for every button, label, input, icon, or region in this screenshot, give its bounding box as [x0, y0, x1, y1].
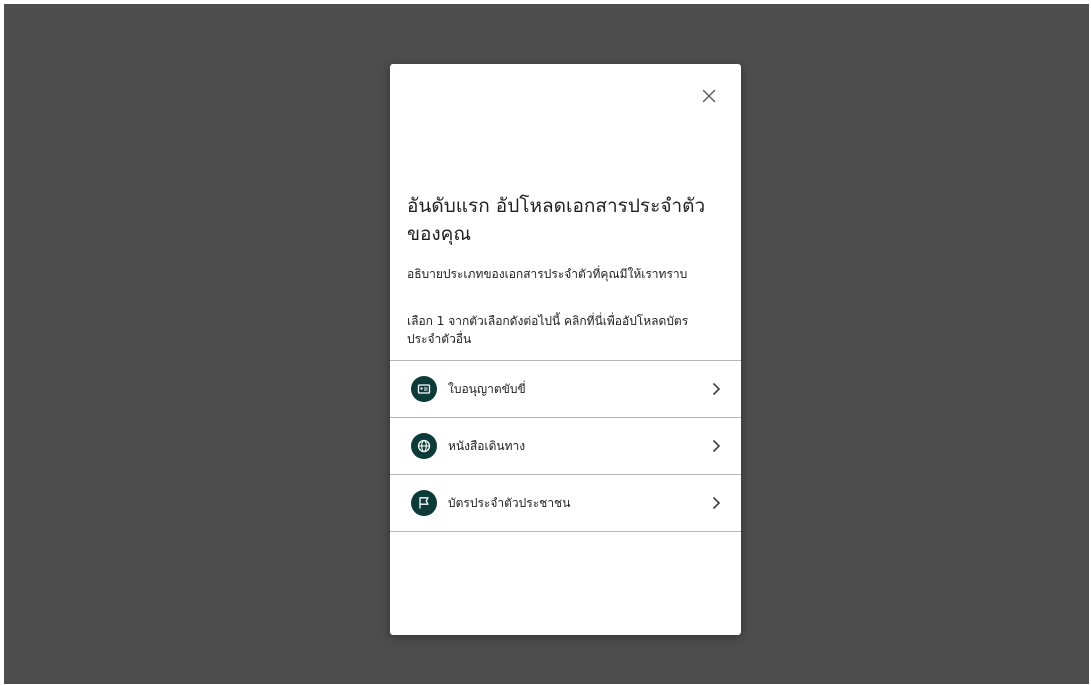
globe-icon	[411, 433, 437, 459]
id-type-list: ใบอนุญาตขับขี่ หนังสือเดินทาง บัตรประจำต…	[390, 360, 741, 532]
upload-id-dialog: อันดับแรก อัปโหลดเอกสารประจำตัวของคุณ อธ…	[390, 64, 741, 635]
close-button[interactable]	[699, 86, 719, 106]
id-card-icon	[411, 376, 437, 402]
option-label: หนังสือเดินทาง	[448, 439, 526, 453]
option-drivers-license[interactable]: ใบอนุญาตขับขี่	[390, 361, 741, 418]
dialog-instruction[interactable]: เลือก 1 จากตัวเลือกดังต่อไปนี้ คลิกที่นี…	[407, 312, 717, 348]
dialog-title: อันดับแรก อัปโหลดเอกสารประจำตัวของคุณ	[407, 195, 706, 245]
option-label: ใบอนุญาตขับขี่	[448, 382, 526, 396]
chevron-right-icon	[712, 439, 721, 453]
chevron-right-icon	[712, 382, 721, 396]
option-national-id[interactable]: บัตรประจำตัวประชาชน	[390, 475, 741, 532]
close-icon	[702, 89, 716, 103]
flag-icon	[411, 490, 437, 516]
option-label: บัตรประจำตัวประชาชน	[448, 496, 571, 510]
option-passport[interactable]: หนังสือเดินทาง	[390, 418, 741, 475]
dialog-description: อธิบายประเภทของเอกสารประจำตัวที่คุณมีให้…	[407, 267, 688, 281]
chevron-right-icon	[712, 496, 721, 510]
